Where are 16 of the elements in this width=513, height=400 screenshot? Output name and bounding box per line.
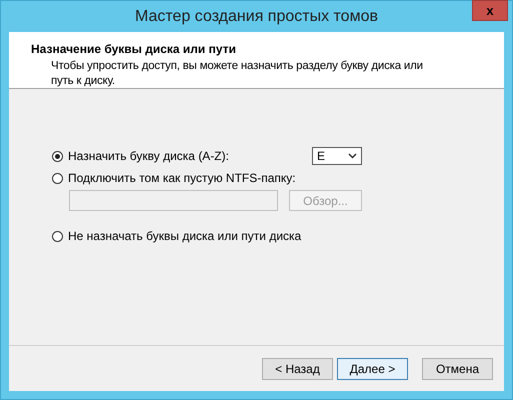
radio-button[interactable]: [52, 150, 63, 162]
wizard-button[interactable]: < Назад: [262, 358, 333, 380]
option-label[interactable]: Назначить букву диска (A-Z):: [68, 149, 229, 163]
page-description: Чтобы упростить доступ, вы можете назначить разделу букву диска или путь к диску.: [51, 59, 424, 89]
chevron-icon: [348, 153, 357, 159]
radio-button[interactable]: [52, 172, 63, 184]
window-title: Мастер создания простых томов: [135, 8, 378, 26]
drive-letter-dropdown[interactable]: E: [312, 147, 362, 165]
radio-button[interactable]: [52, 230, 63, 242]
option-label[interactable]: Не назначать буквы диска или пути диска: [68, 229, 302, 243]
wizard-button[interactable]: Отмена: [422, 358, 493, 380]
close-button[interactable]: x: [472, 0, 508, 21]
wizard-button[interactable]: Далее >: [337, 358, 408, 380]
option-label[interactable]: Подключить том как пустую NTFS-папку:: [68, 171, 296, 185]
page-heading: Назначение буквы диска или пути: [31, 42, 237, 56]
folder-path-field[interactable]: [69, 190, 278, 211]
